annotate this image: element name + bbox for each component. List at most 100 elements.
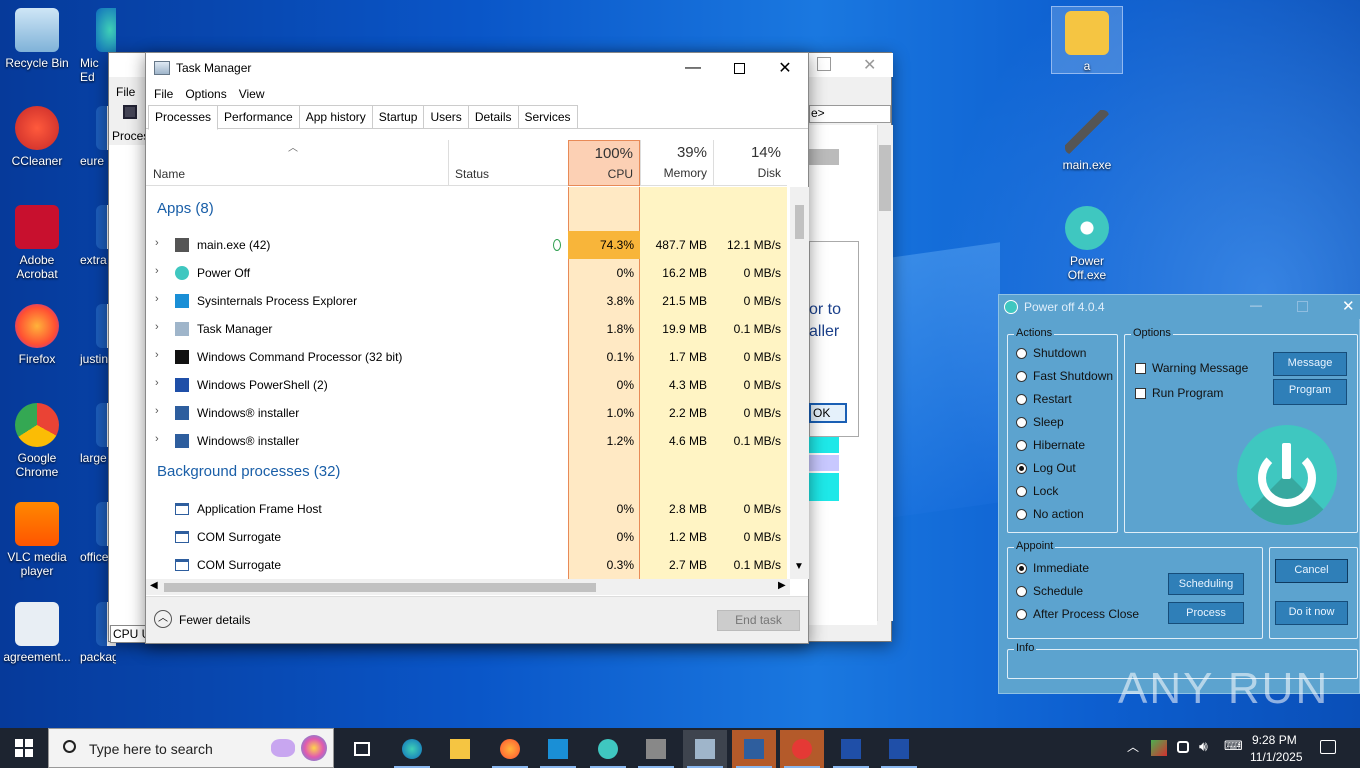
close-button[interactable]: ✕ <box>762 53 808 83</box>
dialog-ok-button[interactable]: OK <box>809 403 847 423</box>
taskbar-button[interactable] <box>683 730 727 768</box>
bg-scroll-thumb[interactable] <box>879 145 891 211</box>
action-radio-shutdown[interactable]: Shutdown <box>1016 346 1086 360</box>
expand-chevron-icon[interactable]: › <box>155 293 159 305</box>
taskbar-button[interactable] <box>732 730 776 768</box>
taskbar-button[interactable] <box>438 730 482 768</box>
scheduling-button[interactable]: Scheduling <box>1168 573 1244 595</box>
taskbar-button[interactable] <box>877 730 921 768</box>
tab-performance[interactable]: Performance <box>217 105 300 128</box>
tab-services[interactable]: Services <box>517 105 578 128</box>
task-manager-window[interactable]: Task Manager — ✕ File Options View Process… <box>145 52 809 644</box>
taskbar-button[interactable] <box>536 730 580 768</box>
run-program-checkbox[interactable]: Run Program <box>1135 386 1223 400</box>
taskbar-button[interactable] <box>829 730 873 768</box>
table-row[interactable]: › Task Manager 1.8% 19.9 MB 0.1 MB/s <box>146 315 786 343</box>
scroll-left-icon[interactable]: ◀ <box>150 580 158 591</box>
table-row[interactable]: COM Surrogate 0.3% 2.7 MB 0.1 MB/s <box>146 551 786 579</box>
scroll-right-icon[interactable]: ▶ <box>778 580 786 591</box>
action-radio-lock[interactable]: Lock <box>1016 484 1058 498</box>
expand-chevron-icon[interactable]: › <box>155 433 159 445</box>
desktop-shortcut[interactable]: Recycle Bin <box>1 8 73 70</box>
col-name[interactable]: Name <box>146 140 448 186</box>
table-row[interactable]: › Windows Command Processor (32 bit) 0.1% 1… <box>146 343 786 371</box>
do-it-now-button[interactable]: Do it now <box>1275 601 1348 625</box>
desktop-shortcut[interactable]: Firefox <box>1 304 73 366</box>
poweroff-window[interactable]: Power off 4.0.4 — ✕ Actions Shutdown Fast… <box>998 294 1360 694</box>
search-box[interactable]: Type here to search <box>48 728 334 768</box>
col-status[interactable]: Status <box>448 140 568 186</box>
fewer-details-icon[interactable]: ︿ <box>154 610 172 628</box>
tab-users[interactable]: Users <box>423 105 469 128</box>
start-button[interactable] <box>0 728 48 768</box>
tab-details[interactable]: Details <box>467 105 519 128</box>
bg-minimize-icon[interactable] <box>817 57 831 71</box>
tray-icon[interactable] <box>1151 740 1167 756</box>
volume-icon[interactable]: 🔊︎ <box>1199 738 1208 755</box>
ime-icon[interactable]: ⌨︎ <box>1224 738 1243 754</box>
scroll-thumb[interactable] <box>795 205 804 239</box>
taskbar-button[interactable] <box>634 730 678 768</box>
end-task-button[interactable]: End task <box>717 610 800 631</box>
desktop-shortcut[interactable]: a <box>1051 6 1123 74</box>
action-radio-restart[interactable]: Restart <box>1016 392 1072 406</box>
hscroll-thumb[interactable] <box>164 583 596 592</box>
vertical-scrollbar[interactable]: ▼ <box>790 187 809 579</box>
save-icon[interactable] <box>123 105 137 119</box>
notification-icon[interactable] <box>1320 740 1336 754</box>
col-cpu[interactable]: 100% CPU <box>568 140 640 186</box>
program-button[interactable]: Program <box>1273 379 1347 405</box>
appoint-radio-immediate[interactable]: Immediate <box>1016 561 1089 575</box>
taskbar-button[interactable] <box>340 730 384 768</box>
menu-item-options[interactable]: Options <box>185 87 226 101</box>
table-row[interactable]: Application Frame Host 0% 2.8 MB 0 MB/s <box>146 495 786 523</box>
action-radio-sleep[interactable]: Sleep <box>1016 415 1064 429</box>
clock-date[interactable]: 11/1/2025 <box>1250 750 1303 764</box>
expand-chevron-icon[interactable]: › <box>155 405 159 417</box>
menu-item-file[interactable]: File <box>154 87 173 101</box>
po-close-icon[interactable]: ✕ <box>1342 297 1355 315</box>
expand-chevron-icon[interactable]: › <box>155 265 159 277</box>
table-row[interactable]: › Sysinternals Process Explorer 3.8% 21.5 M… <box>146 287 786 315</box>
expand-chevron-icon[interactable]: › <box>155 349 159 361</box>
table-row[interactable]: › Windows® installer 1.2% 4.6 MB 0.1 MB/s <box>146 427 786 455</box>
appoint-radio-schedule[interactable]: Schedule <box>1016 584 1083 598</box>
menu-item-view[interactable]: View <box>239 87 265 101</box>
tab-app-history[interactable]: App history <box>298 105 373 128</box>
table-row[interactable]: COM Surrogate 0% 1.2 MB 0 MB/s <box>146 523 786 551</box>
po-minimize-icon[interactable]: — <box>1250 298 1262 312</box>
action-radio-hibernate[interactable]: Hibernate <box>1016 438 1085 452</box>
desktop-shortcut[interactable]: main.exe <box>1051 110 1123 172</box>
taskbar-button[interactable] <box>586 730 630 768</box>
col-memory[interactable]: 39% Memory <box>640 140 713 186</box>
desktop-shortcut[interactable]: Adobe Acrobat <box>1 205 73 281</box>
fewer-details-link[interactable]: Fewer details <box>179 613 250 627</box>
process-button[interactable]: Process <box>1168 602 1244 624</box>
table-row[interactable]: › Windows® installer 1.0% 2.2 MB 0 MB/s <box>146 399 786 427</box>
expand-chevron-icon[interactable]: › <box>155 321 159 333</box>
po-maximize-icon[interactable] <box>1297 301 1308 312</box>
scroll-down-icon[interactable]: ▼ <box>794 561 804 572</box>
tab-processes[interactable]: Processes <box>148 105 219 130</box>
warning-message-checkbox[interactable]: Warning Message <box>1135 361 1248 375</box>
desktop-shortcut[interactable]: VLC media player <box>1 502 73 578</box>
action-radio-fast-shutdown[interactable]: Fast Shutdown <box>1016 369 1113 383</box>
bg-menu-file[interactable]: File <box>116 85 135 99</box>
taskbar-button[interactable] <box>390 730 434 768</box>
poweroff-title-bar[interactable]: Power off 4.0.4 — ✕ <box>999 295 1360 319</box>
desktop-shortcut[interactable]: Power Off.exe <box>1051 206 1123 282</box>
table-row[interactable]: › Power Off 0% 16.2 MB 0 MB/s <box>146 259 786 287</box>
desktop-shortcut[interactable]: CCleaner <box>1 106 73 168</box>
minimize-button[interactable]: — <box>670 53 716 83</box>
bg-close-icon[interactable]: ✕ <box>863 55 876 75</box>
desktop-shortcut[interactable]: agreement... <box>1 602 73 664</box>
network-icon[interactable] <box>1177 741 1189 753</box>
taskbar-button[interactable] <box>780 730 824 768</box>
table-row[interactable]: › main.exe (42) 74.3% 487.7 MB 12.1 MB/s <box>146 231 786 259</box>
cancel-button[interactable]: Cancel <box>1275 559 1348 583</box>
desktop-shortcut[interactable]: Google Chrome <box>1 403 73 479</box>
table-row[interactable]: › Windows PowerShell (2) 0% 4.3 MB 0 MB/s <box>146 371 786 399</box>
taskbar-button[interactable] <box>488 730 532 768</box>
message-button[interactable]: Message <box>1273 352 1347 376</box>
expand-chevron-icon[interactable]: › <box>155 237 159 249</box>
